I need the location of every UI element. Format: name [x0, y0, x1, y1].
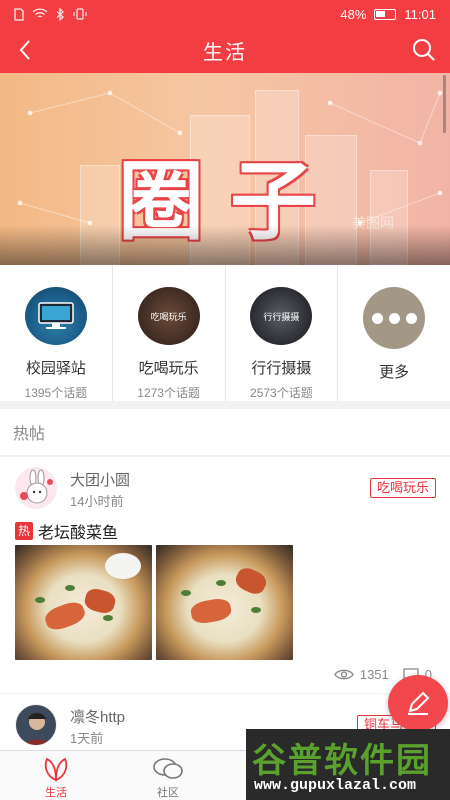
post-photo[interactable]	[156, 545, 293, 660]
post-time: 14小时前	[70, 494, 124, 509]
app-bar: 生活	[0, 28, 450, 73]
category-name: 行行摄摄	[251, 360, 312, 377]
page-title: 生活	[203, 42, 247, 64]
compose-button[interactable]	[388, 675, 448, 731]
category-icon-label: 吃喝玩乐	[150, 311, 187, 322]
post-time: 1天前	[70, 731, 104, 746]
post-author[interactable]: 凛冬http	[70, 706, 125, 727]
section-header: 热帖	[0, 409, 450, 456]
category-icon-label: 行行摄摄	[263, 311, 300, 322]
post-title-row[interactable]: 热 老坛酸菜鱼	[15, 519, 118, 543]
user-photo-icon	[24, 713, 50, 745]
tab-label: 社区	[157, 787, 179, 799]
chat-bubbles-icon	[153, 758, 183, 779]
tab-label: 生活	[45, 787, 67, 799]
more-dots-icon	[363, 287, 426, 349]
watermark: 谷普软件园 www.gupuxlazal.com	[246, 729, 450, 800]
post-title: 老坛酸菜鱼	[38, 525, 119, 542]
wifi-icon	[32, 8, 48, 18]
vibrate-icon	[73, 8, 87, 20]
post-card[interactable]: 大团小圆 14小时前 吃喝玩乐 热 老坛酸菜鱼 1351 0	[0, 457, 450, 693]
bluetooth-icon	[56, 7, 64, 21]
post-photo[interactable]	[15, 545, 152, 660]
category-row: 校园驿站 1395个话题 吃喝玩乐 吃喝玩乐 1273个话题 行行摄摄 行行摄摄…	[0, 265, 450, 401]
tab-community[interactable]: 社区	[112, 751, 224, 800]
category-campus[interactable]: 校园驿站 1395个话题	[0, 265, 113, 401]
eye-icon	[334, 669, 354, 680]
status-bar: 48% 11:01	[0, 0, 450, 28]
battery-icon	[374, 8, 397, 20]
category-more[interactable]: 更多	[338, 265, 450, 401]
avatar[interactable]	[15, 467, 57, 509]
view-count: 1351	[359, 667, 389, 682]
battery-percent: 48%	[340, 6, 367, 22]
category-name: 更多	[379, 364, 410, 381]
scrollbar[interactable]	[443, 75, 446, 133]
watermark-url: www.gupuxlazal.com	[254, 777, 417, 794]
post-category-tag[interactable]: 吃喝玩乐	[369, 478, 436, 498]
campus-icon	[24, 287, 87, 345]
watermark-brand: 谷普软件园	[252, 742, 432, 780]
post-author[interactable]: 大团小圆	[70, 469, 130, 490]
category-count: 2573个话题	[250, 386, 313, 400]
category-count: 1273个话题	[137, 386, 200, 400]
hot-badge: 热	[15, 522, 33, 540]
back-icon[interactable]	[12, 36, 40, 64]
category-name: 校园驿站	[25, 360, 86, 377]
category-food[interactable]: 吃喝玩乐 吃喝玩乐 1273个话题	[113, 265, 226, 401]
food-category-icon: 吃喝玩乐	[137, 287, 200, 345]
sim-icon	[14, 7, 24, 21]
rabbit-avatar-icon	[20, 469, 53, 504]
clock: 11:01	[404, 6, 436, 22]
status-icons	[14, 7, 87, 21]
banner[interactable]: 圈子 美图网	[0, 73, 450, 265]
avatar[interactable]	[15, 704, 57, 746]
category-photography[interactable]: 行行摄摄 行行摄摄 2573个话题	[226, 265, 339, 401]
leaf-icon	[44, 757, 68, 782]
photography-category-icon: 行行摄摄	[250, 287, 313, 345]
category-name: 吃喝玩乐	[138, 360, 199, 377]
search-icon[interactable]	[410, 36, 438, 64]
pencil-icon	[408, 691, 430, 715]
banner-shade	[0, 225, 450, 265]
tab-life[interactable]: 生活	[0, 751, 112, 800]
category-count: 1395个话题	[24, 386, 88, 400]
monitor-icon	[38, 302, 74, 329]
